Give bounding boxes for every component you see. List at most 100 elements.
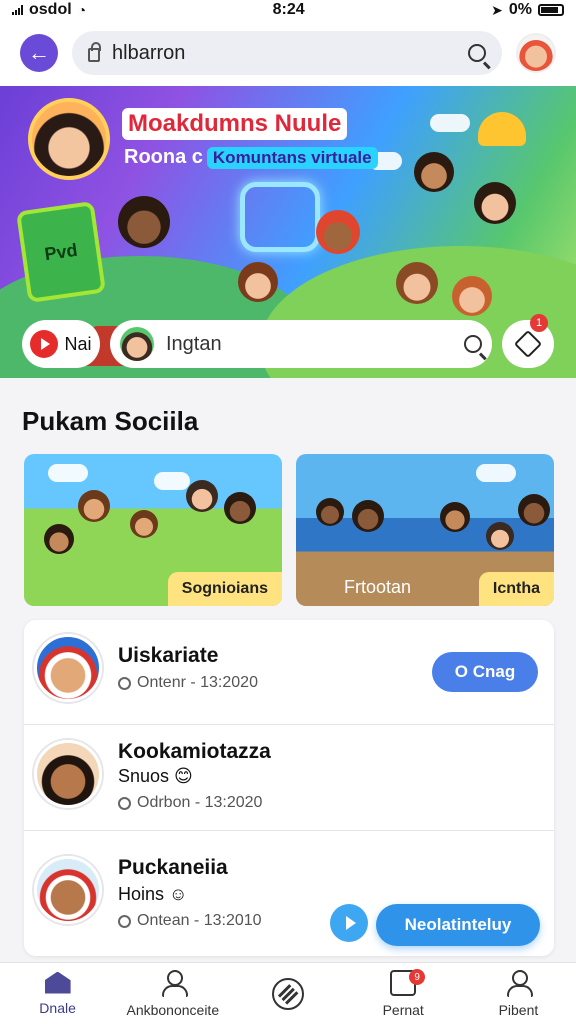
nav-item-explore[interactable] (230, 963, 345, 1024)
carrier-label: osdol (29, 1, 72, 18)
card-kid (186, 480, 218, 512)
card-kid (44, 524, 74, 554)
list-item-meta: Odrbon - 13:2020 (118, 794, 262, 812)
list-item-meta-text: Odrbon - 13:2020 (137, 794, 263, 811)
profile-avatar[interactable] (516, 33, 556, 73)
signal-icon (12, 5, 23, 15)
card-kid (316, 498, 344, 526)
nav-badge: 9 (409, 969, 426, 985)
card-1-label: Sognioians (167, 572, 282, 606)
compass-icon (272, 977, 304, 1010)
list-item-meta-text: Ontenr - 13:2020 (137, 674, 258, 691)
list-item-meta: Ontean - 13:2010 (118, 912, 262, 930)
card-kid (518, 494, 550, 526)
nav-item-account[interactable]: Ankbononceite (115, 963, 230, 1024)
nav-item-posts[interactable]: 9 Pernat (346, 963, 461, 1024)
card-kid (440, 502, 470, 532)
nav-label: Pernat (382, 1001, 424, 1018)
hero-kid (396, 262, 438, 304)
cloud (48, 464, 88, 482)
list-item[interactable]: Uiskariate Ontenr - 13:2020 O Cnag (24, 620, 554, 724)
card-kid (78, 490, 110, 522)
card-2-label: Icntha (478, 572, 554, 606)
list-item-meta-text: Ontean - 13:2010 (137, 912, 262, 929)
card-kid (224, 492, 256, 524)
play-button[interactable] (330, 904, 368, 942)
battery-percent: 0% (508, 1, 532, 18)
hero-subtitle-prefix: Roona c (124, 146, 203, 168)
hero-subtitle: Roona c Komuntans virtuale (124, 146, 378, 169)
hero-kid (474, 182, 516, 224)
clock-icon (118, 914, 131, 928)
search-text: hlbarron (112, 41, 186, 64)
list-item-name: Uiskariate (118, 644, 219, 667)
list-item-meta: Ontenr - 13:2020 (118, 674, 258, 692)
search-icon[interactable] (468, 44, 486, 62)
alert-button[interactable]: 1 (502, 314, 554, 368)
cloud (476, 464, 516, 482)
hero-search-input[interactable]: Ingtan (110, 320, 492, 368)
wifi-icon: ◔ (77, 2, 87, 18)
avatar (34, 740, 102, 808)
status-left: osdol ◔ (12, 1, 86, 19)
search-icon[interactable] (464, 335, 482, 353)
primary-action-button[interactable]: Neolatinteluy (376, 904, 540, 946)
status-bar: osdol ◔ 8:24 ➤ 0% (0, 0, 576, 20)
home-icon (44, 971, 71, 994)
nav-label: Ankbononceite (126, 1001, 220, 1018)
section-title: Pukam Sociila (22, 406, 199, 436)
youtube-chip-label: Nai (64, 333, 92, 354)
card-kid (130, 510, 158, 538)
clock-icon (118, 676, 131, 690)
social-card-1[interactable]: Sognioians (24, 454, 282, 606)
clock-icon (118, 796, 131, 810)
social-card-2[interactable]: Frtootan Icntha (296, 454, 554, 606)
hero-title: Moakdumns Nuule (122, 108, 348, 140)
hero-kid (118, 196, 170, 248)
list-item-name: Kookamiotazza (118, 740, 271, 763)
hero-banner: Moakdumns Nuule Roona c Komuntans virtua… (0, 86, 576, 378)
hero-sun (478, 112, 526, 146)
neon-sign-icon (240, 182, 320, 252)
hero-search-placeholder: Ingtan (166, 332, 222, 355)
hero-kid (238, 262, 278, 302)
alert-badge: 1 (530, 314, 548, 332)
card-2-left-label: Frtootan (344, 577, 412, 597)
lock-icon (88, 42, 101, 62)
list-item-subtitle: Snuos 😊 (118, 766, 193, 786)
person-icon (161, 969, 188, 997)
chat-button[interactable]: O Cnag (432, 652, 538, 692)
hero-avatar (28, 98, 110, 180)
nav-item-profile[interactable]: Pibent (461, 963, 576, 1024)
hero-kid (316, 210, 360, 254)
youtube-chip[interactable]: Nai (22, 320, 100, 368)
search-bar[interactable]: hlbarron (72, 31, 502, 75)
top-header: ← hlbarron (0, 20, 576, 86)
hero-kid (452, 276, 492, 316)
divider (24, 830, 554, 831)
avatar (34, 856, 102, 924)
avatar (34, 634, 102, 702)
back-button[interactable]: ← (20, 34, 58, 72)
status-right: ➤ 0% (491, 1, 564, 19)
status-time: 8:24 (272, 1, 305, 18)
battery-icon (538, 4, 564, 16)
nav-item-home[interactable]: Dnale (0, 963, 115, 1024)
nav-label: Pibent (498, 1001, 539, 1018)
list-item[interactable]: Kookamiotazza Snuos 😊 Odrbon - 13:2020 (24, 726, 554, 830)
alert-icon (513, 329, 543, 359)
youtube-icon (30, 330, 59, 358)
cloud (154, 472, 190, 490)
card-kid (486, 522, 514, 550)
card-kid (352, 500, 384, 532)
list-item-name: Puckaneiia (118, 856, 228, 879)
nav-label: Dnale (39, 999, 76, 1016)
person-icon (506, 969, 534, 997)
list-item-subtitle: Hoins ☺ (118, 884, 188, 904)
search-avatar (120, 327, 154, 361)
hero-subtitle-pill: Komuntans virtuale (206, 146, 378, 169)
cloud (430, 114, 470, 132)
divider (24, 724, 554, 725)
hero-kid (414, 152, 454, 192)
hero-board: Pvd (15, 201, 107, 303)
